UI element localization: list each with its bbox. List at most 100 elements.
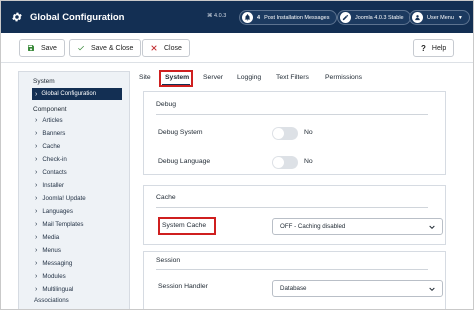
chevron-right-icon: › [35, 208, 38, 215]
tab-bar: Site System Server Logging Text Filters … [135, 70, 454, 87]
sidebar-item-media[interactable]: › Media [35, 234, 59, 241]
chevron-right-icon: › [35, 221, 38, 228]
tab-permissions[interactable]: Permissions [325, 74, 362, 81]
sidebar-item-label: Menus [42, 247, 61, 254]
tab-text-filters[interactable]: Text Filters [276, 74, 309, 81]
toolbar: Save Save & Close Close ? Help [1, 33, 473, 63]
sidebar-item-contacts[interactable]: › Contacts [35, 169, 67, 176]
system-cache-select[interactable]: OFF - Caching disabled [272, 218, 443, 235]
pencil-square-icon [340, 12, 351, 23]
sidebar-item-menus[interactable]: › Menus [35, 247, 61, 254]
highlight-box-system-tab [159, 70, 193, 87]
sidebar-item-label: Cache [42, 143, 61, 150]
close-button[interactable]: Close [142, 39, 190, 57]
sidebar-item-label: Installer [42, 182, 65, 189]
sidebar: System › Global Configuration Component … [18, 71, 130, 309]
chevron-right-icon: › [35, 90, 38, 98]
sidebar-item-modules[interactable]: › Modules [35, 273, 66, 280]
session-legend: Session [156, 257, 181, 264]
chevron-right-icon: › [35, 273, 38, 280]
toggle-knob [273, 128, 284, 139]
post-installation-messages-button[interactable]: 4 Post Installation Messages [239, 10, 337, 25]
sidebar-item-joomla-update[interactable]: › Joomla! Update [35, 195, 86, 202]
main-content: Site System Server Logging Text Filters … [135, 70, 454, 309]
debug-system-toggle[interactable] [272, 127, 298, 140]
tab-logging[interactable]: Logging [237, 74, 261, 81]
sidebar-heading-component: Component [33, 106, 67, 113]
page-title: Global Configuration [30, 11, 125, 23]
sidebar-item-mail-templates[interactable]: › Mail Templates [35, 221, 84, 228]
chevron-right-icon: › [35, 247, 38, 254]
sidebar-heading-system: System [33, 78, 55, 85]
chevron-right-icon: › [35, 130, 38, 137]
chevron-down-icon [428, 223, 436, 233]
close-icon [150, 44, 158, 52]
save-button[interactable]: Save [19, 39, 65, 57]
debug-fieldset: Debug Debug System No Debug Language No [143, 91, 446, 175]
session-handler-label: Session Handler [158, 283, 208, 290]
save-label: Save [41, 44, 57, 52]
debug-system-label: Debug System [158, 129, 203, 136]
debug-language-label: Debug Language [158, 158, 211, 165]
help-button[interactable]: ? Help [413, 39, 455, 57]
sidebar-item-installer[interactable]: › Installer [35, 182, 64, 189]
sidebar-item-label: Messaging [42, 260, 73, 267]
chevron-right-icon: › [35, 260, 38, 267]
tab-server[interactable]: Server [203, 74, 223, 81]
sidebar-item-label: Check-in [42, 156, 67, 163]
session-handler-selected-value: Database [280, 285, 307, 292]
sidebar-item-label-continued: Associations [34, 297, 69, 304]
sidebar-item-languages[interactable]: › Languages [35, 208, 73, 215]
chevron-down-icon [428, 285, 436, 295]
save-close-label: Save & Close [91, 44, 134, 52]
session-fieldset: Session Session Handler Database [143, 251, 446, 309]
bell-icon [242, 12, 253, 23]
sidebar-item-check-in[interactable]: › Check-in [35, 156, 67, 163]
highlight-box-system-cache [158, 217, 216, 235]
joomla-update-button[interactable]: Joomla 4.0.3 Stable [337, 10, 411, 25]
chevron-right-icon: › [35, 182, 38, 189]
sidebar-item-label: Mail Templates [42, 221, 84, 228]
version-label: ⌘ 4.0.3 [207, 13, 227, 19]
sidebar-item-label: Multilingual [42, 286, 74, 293]
chevron-right-icon: › [35, 169, 38, 176]
chevron-right-icon: › [35, 234, 38, 241]
post-install-count: 4 [257, 14, 261, 21]
debug-language-value: No [304, 158, 313, 165]
divider [156, 269, 428, 270]
debug-language-toggle[interactable] [272, 156, 298, 169]
header-bar: Global Configuration ⌘ 4.0.3 4 Post Inst… [1, 1, 473, 33]
chevron-right-icon: › [35, 117, 38, 124]
question-icon: ? [421, 43, 426, 53]
sidebar-item-global-configuration[interactable]: › Global Configuration [32, 88, 122, 100]
check-icon [77, 44, 85, 52]
sidebar-item-label: Banners [42, 130, 66, 137]
session-handler-select[interactable]: Database [272, 280, 443, 297]
tab-site[interactable]: Site [139, 74, 151, 81]
close-label: Close [164, 44, 182, 52]
sidebar-item-banners[interactable]: › Banners [35, 130, 65, 137]
chevron-down-icon: ▼ [457, 14, 463, 21]
cache-fieldset: Cache System Cache OFF - Caching disable… [143, 185, 446, 245]
chevron-right-icon: › [35, 195, 38, 202]
save-icon [27, 44, 35, 52]
debug-legend: Debug [156, 101, 177, 108]
sidebar-item-label: Contacts [42, 169, 67, 176]
post-install-label: Post Installation Messages [264, 14, 330, 21]
sidebar-item-label: Articles [42, 117, 63, 124]
sidebar-item-cache[interactable]: › Cache [35, 143, 60, 150]
save-close-button[interactable]: Save & Close [69, 39, 142, 57]
sidebar-item-messaging[interactable]: › Messaging [35, 260, 72, 267]
toggle-knob [273, 157, 284, 168]
divider [156, 114, 428, 115]
gear-icon [10, 10, 24, 24]
user-icon [412, 12, 423, 23]
user-menu-button[interactable]: User Menu ▼ [409, 10, 470, 25]
divider [156, 207, 428, 208]
cache-legend: Cache [156, 194, 176, 201]
sidebar-item-label: Media [42, 234, 60, 241]
joomla-version-label: Joomla 4.0.3 Stable [355, 14, 404, 21]
chevron-right-icon: › [35, 143, 38, 150]
sidebar-item-articles[interactable]: › Articles [35, 117, 63, 124]
sidebar-item-multilingual-associations[interactable]: › Multilingual [35, 286, 73, 293]
